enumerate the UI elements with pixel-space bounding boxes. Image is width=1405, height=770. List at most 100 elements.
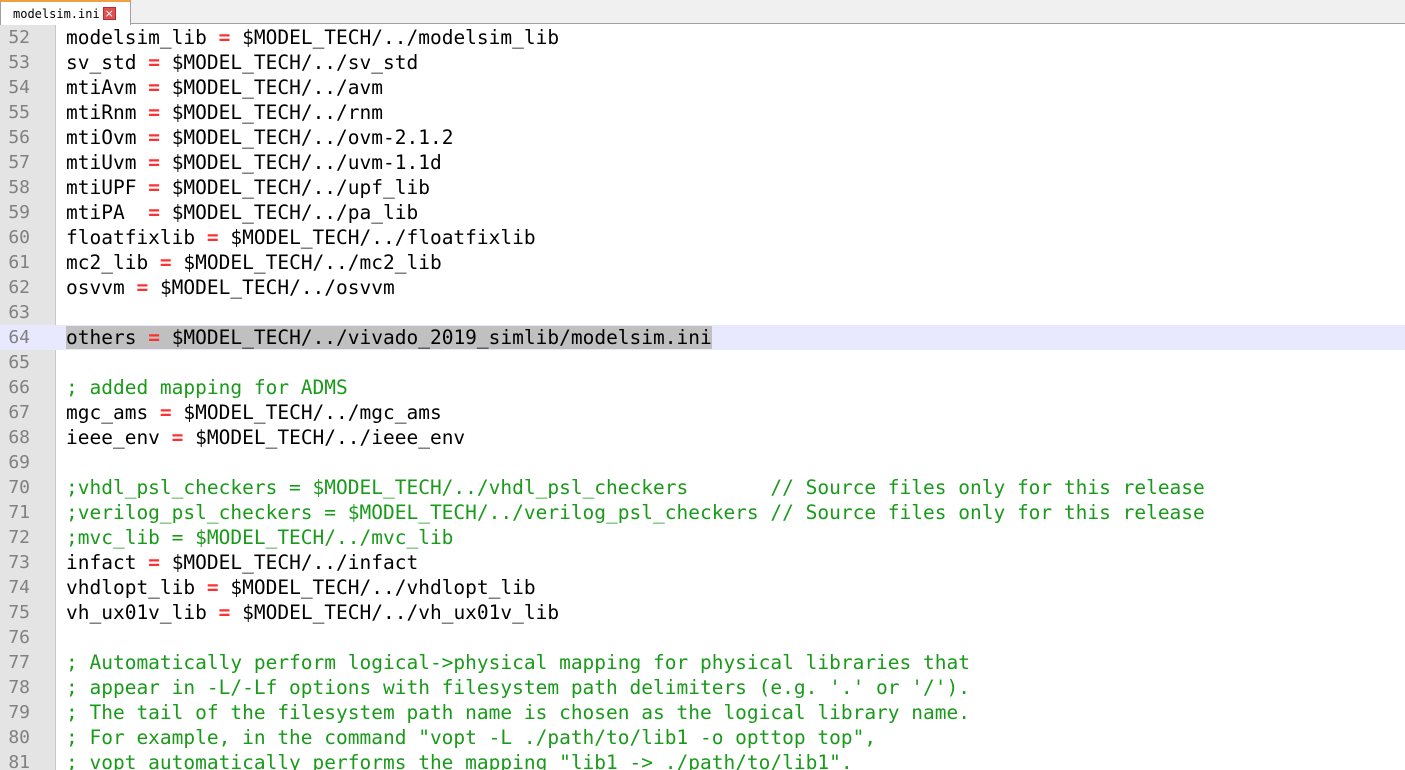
ini-value: $MODEL_TECH/../rnm (171, 101, 384, 124)
line-text: mgc_ams = $MODEL_TECH/../mgc_ams (66, 400, 442, 425)
ini-value: $MODEL_TECH/../floatfixlib (230, 226, 536, 249)
code-line[interactable]: 75 vh_ux01v_lib = $MODEL_TECH/../vh_ux01v… (0, 600, 1405, 625)
line-text: sv_std = $MODEL_TECH/../sv_std (66, 50, 418, 75)
code-line[interactable]: 73 infact = $MODEL_TECH/../infact (0, 550, 1405, 575)
code-line[interactable]: 56 mtiOvm = $MODEL_TECH/../ovm-2.1.2 (0, 125, 1405, 150)
line-number: 72 (8, 527, 30, 548)
ini-key: mtiUPF (66, 176, 137, 199)
comment-text: ;verilog_psl_checkers = $MODEL_TECH/../v… (66, 501, 1205, 524)
assign-operator: = (136, 126, 172, 149)
close-icon[interactable]: × (102, 7, 116, 20)
line-number: 71 (8, 502, 30, 523)
line-number: 74 (8, 577, 30, 598)
assign-operator: = (136, 101, 172, 124)
code-line[interactable]: 54 mtiAvm = $MODEL_TECH/../avm (0, 75, 1405, 100)
line-number: 62 (8, 277, 30, 298)
code-line[interactable]: 52 modelsim_lib = $MODEL_TECH/../modelsim… (0, 25, 1405, 50)
assign-operator: = (136, 76, 172, 99)
code-line[interactable]: 66 ; added mapping for ADMS (0, 375, 1405, 400)
code-line[interactable]: 64 others = $MODEL_TECH/../vivado_2019_si… (0, 325, 1405, 350)
line-number: 66 (8, 377, 30, 398)
line-number: 52 (8, 27, 30, 48)
code-line[interactable]: 81 ; vopt automatically performs the mapp… (0, 750, 1405, 770)
code-editor[interactable]: 52 modelsim_lib = $MODEL_TECH/../modelsim… (0, 25, 1405, 770)
ini-value: $MODEL_TECH/../uvm-1.1d (171, 151, 442, 174)
code-line[interactable]: 60 floatfixlib = $MODEL_TECH/../floatfixl… (0, 225, 1405, 250)
code-line[interactable]: 63 (0, 300, 1405, 325)
line-text: ; The tail of the filesystem path name i… (66, 700, 970, 725)
code-line[interactable]: 77 ; Automatically perform logical->physi… (0, 650, 1405, 675)
ini-key: ieee_env (66, 426, 160, 449)
assign-operator: = (136, 201, 172, 224)
assign-operator: = (195, 576, 231, 599)
ini-key: infact (66, 551, 137, 574)
ini-key: mtiRnm (66, 101, 137, 124)
line-text: ieee_env = $MODEL_TECH/../ieee_env (66, 425, 465, 450)
line-number: 54 (8, 77, 30, 98)
ini-value: $MODEL_TECH/../upf_lib (171, 176, 430, 199)
line-number: 67 (8, 402, 30, 423)
ini-key: mtiPA (66, 201, 137, 224)
line-number: 63 (8, 302, 30, 323)
comment-text: ; added mapping for ADMS (66, 376, 348, 399)
ini-value: $MODEL_TECH/../pa_lib (171, 201, 419, 224)
code-line[interactable]: 55 mtiRnm = $MODEL_TECH/../rnm (0, 100, 1405, 125)
code-line[interactable]: 58 mtiUPF = $MODEL_TECH/../upf_lib (0, 175, 1405, 200)
line-number: 64 (8, 327, 30, 348)
ini-value: $MODEL_TECH/../mgc_ams (183, 401, 442, 424)
line-text: ; vopt automatically performs the mappin… (66, 750, 853, 770)
ini-value: $MODEL_TECH/../avm (171, 76, 384, 99)
assign-operator: = (206, 601, 243, 624)
code-line[interactable]: 78 ; appear in -L/-Lf options with filesy… (0, 675, 1405, 700)
code-line[interactable]: 76 (0, 625, 1405, 650)
line-text: mtiOvm = $MODEL_TECH/../ovm-2.1.2 (66, 125, 453, 150)
ini-key: mgc_ams (66, 401, 149, 424)
code-line[interactable]: 53 sv_std = $MODEL_TECH/../sv_std (0, 50, 1405, 75)
line-text: osvvm = $MODEL_TECH/../osvvm (66, 275, 395, 300)
assign-operator: = (136, 51, 172, 74)
ini-value: $MODEL_TECH/../mc2_lib (183, 251, 442, 274)
ini-value: $MODEL_TECH/../modelsim_lib (242, 26, 560, 49)
code-line[interactable]: 70 ;vhdl_psl_checkers = $MODEL_TECH/../vh… (0, 475, 1405, 500)
line-number: 81 (8, 752, 30, 770)
comment-text: ; The tail of the filesystem path name i… (66, 701, 970, 724)
code-line[interactable]: 74 vhdlopt_lib = $MODEL_TECH/../vhdlopt_l… (0, 575, 1405, 600)
code-line[interactable]: 59 mtiPA = $MODEL_TECH/../pa_lib (0, 200, 1405, 225)
line-text: ;verilog_psl_checkers = $MODEL_TECH/../v… (66, 500, 1205, 525)
line-number: 79 (8, 702, 30, 723)
line-number: 75 (8, 602, 30, 623)
code-lines: 52 modelsim_lib = $MODEL_TECH/../modelsim… (0, 25, 1405, 770)
line-text: floatfixlib = $MODEL_TECH/../floatfixlib (66, 225, 536, 250)
code-line[interactable]: 65 (0, 350, 1405, 375)
ini-key: mtiOvm (66, 126, 137, 149)
code-line[interactable]: 68 ieee_env = $MODEL_TECH/../ieee_env (0, 425, 1405, 450)
assign-operator: = (136, 176, 172, 199)
code-line[interactable]: 69 (0, 450, 1405, 475)
assign-operator: = (124, 276, 160, 299)
line-number: 70 (8, 477, 30, 498)
code-line[interactable]: 57 mtiUvm = $MODEL_TECH/../uvm-1.1d (0, 150, 1405, 175)
assign-operator: = (206, 26, 243, 49)
assign-operator: = (148, 251, 184, 274)
line-number: 55 (8, 102, 30, 123)
code-line[interactable]: 67 mgc_ams = $MODEL_TECH/../mgc_ams (0, 400, 1405, 425)
line-text: ; For example, in the command "vopt -L .… (66, 725, 876, 750)
line-text: mtiAvm = $MODEL_TECH/../avm (66, 75, 383, 100)
ini-key: mc2_lib (66, 251, 149, 274)
line-number: 57 (8, 152, 30, 173)
ini-value: $MODEL_TECH/../vivado_2019_simlib/models… (171, 326, 712, 349)
code-line[interactable]: 80 ; For example, in the command "vopt -L… (0, 725, 1405, 750)
code-line[interactable]: 72 ;mvc_lib = $MODEL_TECH/../mvc_lib (0, 525, 1405, 550)
code-line[interactable]: 71 ;verilog_psl_checkers = $MODEL_TECH/..… (0, 500, 1405, 525)
tab-modelsim-ini[interactable]: modelsim.ini × (0, 0, 131, 25)
code-line[interactable]: 79 ; The tail of the filesystem path name… (0, 700, 1405, 725)
line-text: ;mvc_lib = $MODEL_TECH/../mvc_lib (66, 525, 453, 550)
code-line[interactable]: 62 osvvm = $MODEL_TECH/../osvvm (0, 275, 1405, 300)
line-text: mtiUPF = $MODEL_TECH/../upf_lib (66, 175, 430, 200)
line-number: 58 (8, 177, 30, 198)
text-selection: others = $MODEL_TECH/../vivado_2019_siml… (66, 326, 712, 349)
code-line[interactable]: 61 mc2_lib = $MODEL_TECH/../mc2_lib (0, 250, 1405, 275)
comment-text: ; vopt automatically performs the mappin… (66, 751, 853, 770)
ini-value: $MODEL_TECH/../ieee_env (195, 426, 466, 449)
comment-text: ;mvc_lib = $MODEL_TECH/../mvc_lib (66, 526, 454, 549)
